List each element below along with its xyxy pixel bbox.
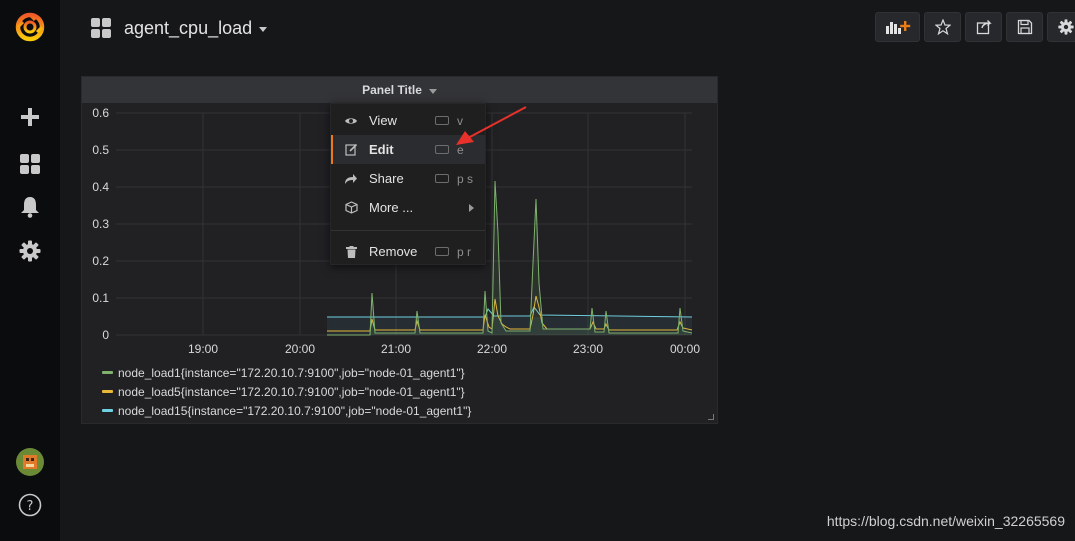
panel-resize-handle[interactable] (708, 414, 714, 420)
chevron-down-icon (259, 26, 268, 32)
save-icon (1017, 19, 1032, 35)
menu-item-label: Remove (369, 244, 418, 259)
svg-text:?: ? (27, 499, 34, 514)
legend-item[interactable]: node_load15{instance="172.20.10.7:9100",… (102, 401, 471, 420)
panel-title: Panel Title (362, 83, 422, 97)
submenu-arrow-icon (469, 199, 474, 217)
keyboard-icon (435, 174, 449, 183)
keyboard-icon (435, 247, 449, 256)
star-icon (934, 19, 951, 35)
grafana-logo[interactable] (0, 7, 60, 47)
legend-label: node_load15{instance="172.20.10.7:9100",… (118, 403, 472, 418)
keyboard-icon (435, 145, 449, 154)
y-tick-label: 0.5 (92, 143, 109, 157)
y-tick-label: 0.3 (92, 217, 109, 231)
dashboard-grid-icon (91, 18, 111, 38)
grafana-logo-icon (15, 12, 45, 42)
panel-header[interactable]: Panel Title (82, 77, 717, 103)
save-dashboard-button[interactable] (1006, 12, 1043, 42)
chevron-down-icon (428, 88, 437, 94)
dashboards-icon[interactable] (0, 144, 60, 184)
menu-item-label: View (369, 113, 397, 128)
menu-item-label: Edit (369, 142, 394, 157)
graph-legend: node_load1{instance="172.20.10.7:9100",j… (102, 363, 471, 420)
dashboard-navbar: agent_cpu_load (60, 0, 1075, 56)
alerting-bell-icon[interactable] (0, 187, 60, 227)
legend-swatch (102, 409, 113, 412)
gear-icon (1057, 19, 1074, 35)
x-tick-label: 19:00 (188, 342, 218, 356)
add-panel-icon (885, 21, 910, 34)
x-tick-label: 00:00 (670, 342, 700, 356)
menu-item-label: More ... (369, 200, 414, 215)
menu-item-shortcut: p r (457, 244, 472, 259)
y-tick-label: 0.6 (92, 106, 109, 120)
y-tick-label: 0.1 (92, 291, 109, 305)
eye-icon (345, 117, 357, 124)
add-panel-button[interactable] (875, 12, 920, 42)
x-tick-label: 20:00 (285, 342, 315, 356)
menu-divider (331, 230, 485, 231)
legend-label: node_load1{instance="172.20.10.7:9100",j… (118, 365, 465, 380)
menu-item-shortcut: p s (457, 171, 474, 186)
edit-icon (344, 143, 357, 156)
menu-item-share[interactable]: Share p s (331, 164, 485, 193)
cube-icon (344, 201, 358, 214)
series-node-load15-line (327, 306, 693, 318)
x-tick-label: 22:00 (477, 342, 507, 356)
legend-swatch (102, 371, 113, 374)
dashboard-settings-button[interactable] (1047, 12, 1075, 42)
x-tick-label: 21:00 (381, 342, 411, 356)
legend-item[interactable]: node_load5{instance="172.20.10.7:9100",j… (102, 382, 471, 401)
star-button[interactable] (924, 12, 961, 42)
legend-label: node_load5{instance="172.20.10.7:9100",j… (118, 384, 465, 399)
share-dashboard-button[interactable] (965, 12, 1002, 42)
help-icon[interactable]: ? (0, 485, 60, 525)
dashboard-title: agent_cpu_load (124, 17, 253, 38)
watermark-text: https://blog.csdn.net/weixin_32265569 (826, 513, 1065, 529)
y-tick-label: 0 (102, 328, 109, 342)
menu-item-label: Share (369, 171, 404, 186)
y-tick-label: 0.4 (92, 180, 109, 194)
share-icon (976, 20, 992, 35)
dashboard-picker[interactable]: agent_cpu_load (90, 14, 268, 42)
x-tick-label: 23:00 (573, 342, 603, 356)
menu-item-remove[interactable]: Remove p r (331, 237, 485, 266)
y-tick-label: 0.2 (92, 254, 109, 268)
menu-item-more[interactable]: More ... (331, 193, 485, 222)
keyboard-icon (435, 116, 449, 125)
sidebar: ? (0, 0, 60, 541)
user-avatar[interactable] (0, 442, 60, 482)
trash-icon (345, 245, 357, 258)
configuration-gear-icon[interactable] (0, 231, 60, 271)
legend-swatch (102, 390, 113, 393)
share-icon (345, 173, 357, 184)
create-plus-icon[interactable] (0, 97, 60, 137)
annotation-arrow-icon (456, 106, 527, 145)
legend-item[interactable]: node_load1{instance="172.20.10.7:9100",j… (102, 363, 471, 382)
